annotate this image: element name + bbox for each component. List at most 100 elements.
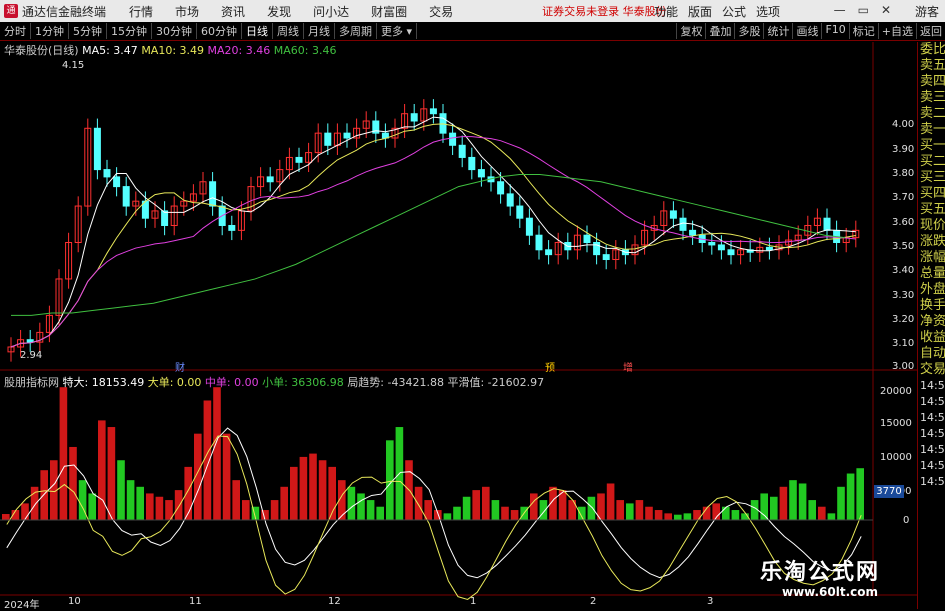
candle-body — [26, 339, 34, 343]
indicator-bar — [424, 500, 432, 520]
period-5min[interactable]: 5分钟 — [69, 23, 107, 39]
candle-body — [833, 229, 841, 244]
back-button[interactable]: 返回 — [916, 23, 945, 39]
price-tick: 3.80 — [892, 168, 915, 179]
indicator-bar — [251, 506, 260, 520]
indicator-bar — [78, 480, 87, 520]
indicator-bar — [203, 400, 212, 520]
stats-button[interactable]: 统计 — [763, 23, 792, 39]
sidebar-item[interactable]: 卖二 — [918, 106, 945, 122]
sidebar-item[interactable]: 买四 — [918, 186, 945, 202]
sidebar-item[interactable]: 换手 — [918, 298, 945, 314]
date-label: 10 — [68, 596, 81, 607]
period-daily[interactable]: 日线 — [242, 23, 273, 39]
candle-body — [189, 193, 197, 202]
candle-body — [593, 242, 601, 256]
sidebar-item[interactable]: 14:56 — [918, 426, 945, 442]
menu-item-function[interactable]: 功能 — [654, 3, 678, 20]
sidebar-item[interactable]: 卖四 — [918, 74, 945, 90]
event-marker-forecast[interactable]: 预 — [545, 359, 555, 374]
menu-item-market[interactable]: 市场 — [175, 3, 199, 20]
period-1min[interactable]: 1分钟 — [31, 23, 69, 39]
multi-stock-button[interactable]: 多股 — [734, 23, 763, 39]
menu-item-layout[interactable]: 版面 — [688, 3, 712, 20]
period-tick[interactable]: 分时 — [0, 23, 31, 39]
menu-item-discover[interactable]: 发现 — [267, 3, 291, 20]
menu-item-options[interactable]: 选项 — [756, 3, 780, 20]
sidebar-item[interactable]: 14:56 — [918, 458, 945, 474]
sidebar-item[interactable]: 涨跌 — [918, 234, 945, 250]
period-multi[interactable]: 多周期 — [335, 23, 377, 39]
menu-item-quotes[interactable]: 行情 — [129, 3, 153, 20]
candle-body — [852, 229, 860, 239]
candle-body — [391, 127, 399, 139]
candle-body — [679, 217, 687, 231]
period-more[interactable]: 更多 ▾ — [377, 23, 418, 39]
candle-body — [276, 169, 284, 183]
menu-item-news[interactable]: 资讯 — [221, 3, 245, 20]
price-tick: 3.30 — [892, 290, 915, 301]
close-icon[interactable]: ✕ — [881, 3, 891, 17]
sidebar-item[interactable]: 委比 — [918, 42, 945, 58]
overlay-button[interactable]: 叠加 — [705, 23, 734, 39]
menu-item-trade[interactable]: 交易 — [429, 3, 453, 20]
login-notice[interactable]: 证券交易未登录 华泰股份 — [542, 3, 667, 19]
minimize-icon[interactable]: — — [834, 3, 846, 17]
menu-item-wealth[interactable]: 财富圈 — [371, 3, 407, 20]
menu-item-ask[interactable]: 问小达 — [313, 3, 349, 20]
sidebar-item[interactable]: 14:56 — [918, 442, 945, 458]
sidebar-item[interactable]: 交易 — [918, 362, 945, 378]
period-30min[interactable]: 30分钟 — [152, 23, 197, 39]
sidebar-item[interactable]: 买五 — [918, 202, 945, 218]
period-60min[interactable]: 60分钟 — [197, 23, 242, 39]
indicator-bar — [299, 456, 308, 520]
candle-body — [93, 127, 101, 171]
adjust-button[interactable]: 复权 — [676, 23, 705, 39]
add-watchlist-button[interactable]: +自选 — [877, 23, 916, 39]
indicator-bar — [338, 480, 346, 520]
sidebar-item[interactable]: 14:55 — [918, 394, 945, 410]
candle-body — [218, 205, 226, 226]
event-marker-increase[interactable]: 增 — [623, 359, 633, 374]
candle-body — [180, 200, 188, 207]
period-monthly[interactable]: 月线 — [304, 23, 335, 39]
sidebar-item[interactable]: 涨幅 — [918, 250, 945, 266]
sidebar-item[interactable]: 卖三 — [918, 90, 945, 106]
guest-label[interactable]: 游客 — [915, 3, 939, 20]
sidebar-item[interactable]: 外盘 — [918, 282, 945, 298]
sidebar-item[interactable]: 买一 — [918, 138, 945, 154]
sidebar-item[interactable]: 净资 — [918, 314, 945, 330]
sidebar-item[interactable]: 14:55 — [918, 378, 945, 394]
smooth-line — [6, 427, 862, 579]
kline-chart[interactable] — [0, 0, 945, 609]
sidebar-item[interactable]: 买二 — [918, 154, 945, 170]
sidebar-item[interactable]: 现价 — [918, 218, 945, 234]
period-weekly[interactable]: 周线 — [273, 23, 304, 39]
sidebar-item[interactable]: 收益 — [918, 330, 945, 346]
sidebar-item[interactable]: 卖五 — [918, 58, 945, 74]
sidebar-item[interactable]: 自动 — [918, 346, 945, 362]
indicator-bar — [50, 460, 58, 520]
indicator-bar — [443, 513, 452, 520]
f10-button[interactable]: F10 — [821, 23, 848, 39]
candle-body — [842, 237, 850, 243]
candle-body — [468, 156, 476, 171]
candle-body — [74, 205, 82, 244]
maximize-icon[interactable]: ▭ — [858, 3, 869, 17]
sidebar-item[interactable]: 总量 — [918, 266, 945, 282]
event-marker-finance[interactable]: 财 — [175, 359, 185, 374]
indicator-name[interactable]: 股朋指标网 — [4, 376, 59, 389]
sidebar-item[interactable]: 14:56 — [918, 474, 945, 490]
menu-item-formula[interactable]: 公式 — [722, 3, 746, 20]
price-tick: 3.00 — [892, 361, 915, 372]
candle-body — [65, 242, 73, 280]
sidebar-item[interactable]: 买三 — [918, 170, 945, 186]
period-15min[interactable]: 15分钟 — [107, 23, 152, 39]
stock-name[interactable]: 华泰股份(日线) — [4, 44, 79, 57]
draw-button[interactable]: 画线 — [792, 23, 821, 39]
sidebar-item[interactable]: 卖一 — [918, 122, 945, 138]
indicator-bar — [280, 486, 288, 520]
mark-button[interactable]: 标记 — [848, 23, 878, 39]
sidebar-item[interactable]: 14:56 — [918, 410, 945, 426]
ind-tick: 20000 — [880, 386, 912, 397]
